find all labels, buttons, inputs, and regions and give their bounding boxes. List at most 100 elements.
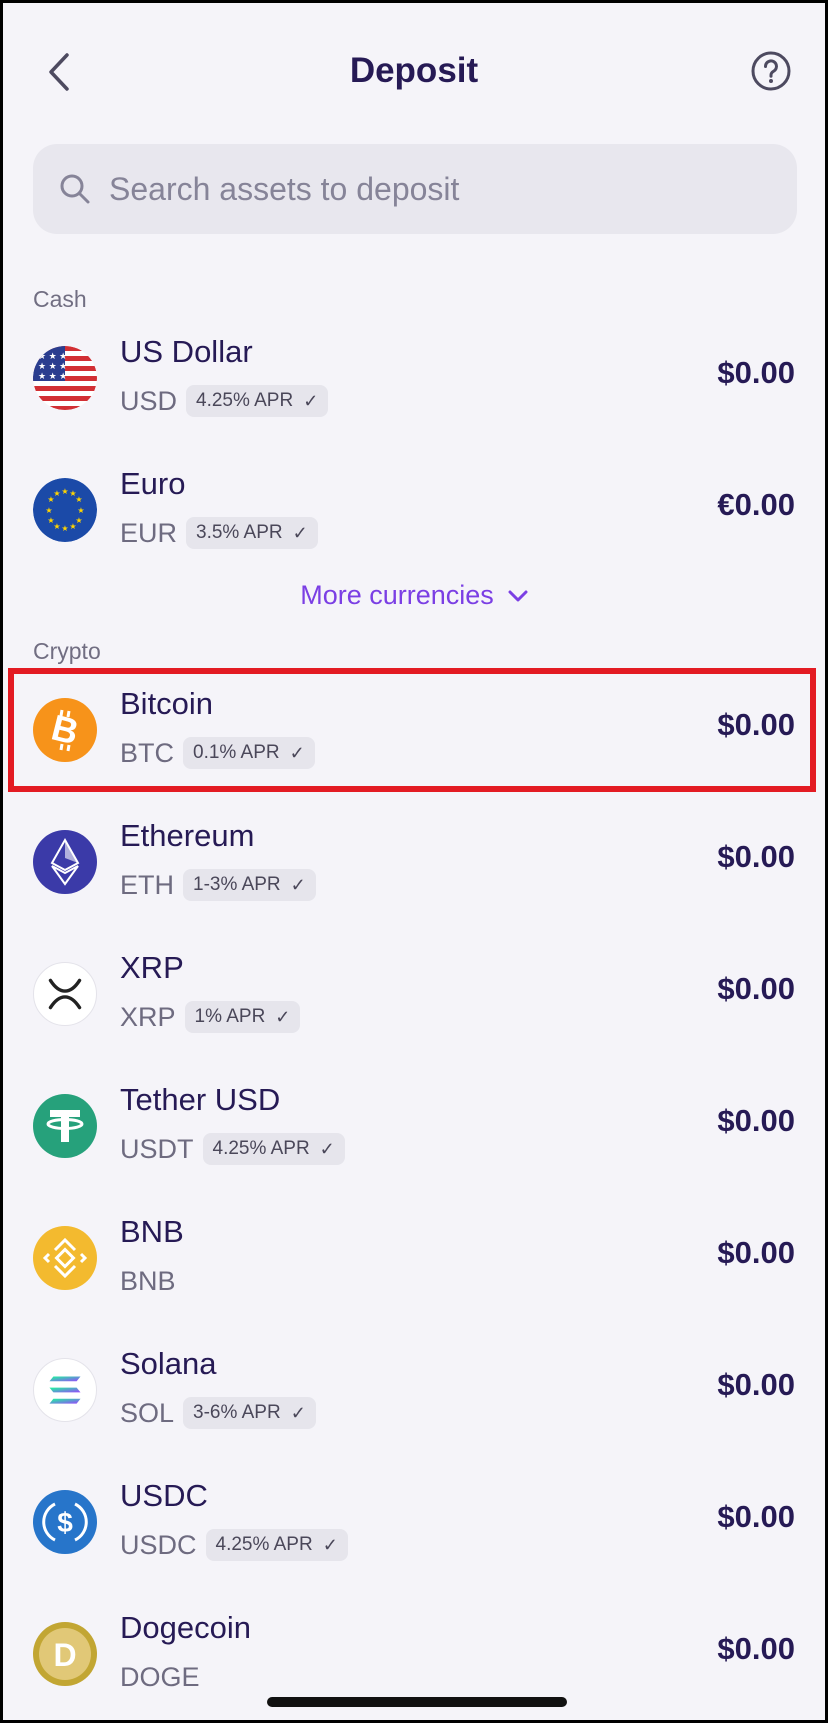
- asset-ticker: USD: [120, 385, 178, 416]
- asset-ticker: USDC: [120, 1529, 197, 1560]
- list-item-sol[interactable]: Solana SOL 3-6% APR ✓ $0.00: [3, 1330, 825, 1450]
- asset-subline: USDT 4.25% APR ✓: [120, 1130, 345, 1168]
- asset-subline: USDC 4.25% APR ✓: [120, 1526, 348, 1564]
- apr-badge: 4.25% APR ✓: [205, 1529, 348, 1561]
- apr-text: 1-3% APR: [193, 874, 281, 895]
- apr-text: 1% APR: [194, 1006, 266, 1027]
- list-item-usdt[interactable]: Tether USD USDT 4.25% APR ✓ $0.00: [3, 1066, 825, 1186]
- asset-name: USDC: [120, 1478, 208, 1513]
- asset-ticker: XRP: [120, 1001, 176, 1032]
- dogecoin-icon: D: [33, 1622, 97, 1686]
- xrp-icon: [33, 962, 97, 1026]
- apr-text: 4.25% APR: [196, 390, 294, 411]
- apr-badge: 0.1% APR ✓: [183, 737, 315, 769]
- asset-balance: $0.00: [717, 971, 795, 1006]
- apr-badge: 4.25% APR ✓: [186, 385, 329, 417]
- us-flag-icon: ★ ★ ★ ★ ★ ★ ★ ★ ★: [33, 346, 97, 410]
- asset-ticker: USDT: [120, 1133, 194, 1164]
- bitcoin-icon: B: [33, 698, 97, 762]
- more-currencies-button[interactable]: More currencies: [3, 580, 825, 611]
- list-item-bnb[interactable]: BNB BNB $0.00: [3, 1198, 825, 1318]
- asset-balance: $0.00: [717, 1103, 795, 1138]
- search-bar[interactable]: [33, 144, 797, 234]
- section-label-cash: Cash: [33, 286, 87, 312]
- asset-subline: ETH 1-3% APR ✓: [120, 866, 316, 904]
- asset-balance: €0.00: [717, 487, 795, 522]
- svg-text:D: D: [53, 1637, 76, 1673]
- asset-subline: SOL 3-6% APR ✓: [120, 1394, 316, 1432]
- asset-subline: DOGE: [120, 1658, 200, 1696]
- asset-ticker: SOL: [120, 1397, 175, 1428]
- asset-name: Euro: [120, 466, 186, 501]
- usdc-icon: $: [33, 1490, 97, 1554]
- asset-ticker: BNB: [120, 1265, 176, 1296]
- list-item-usdc[interactable]: $ USDC USDC 4.25% APR ✓ $0.00: [3, 1462, 825, 1582]
- asset-balance: $0.00: [717, 839, 795, 874]
- check-icon: ✓: [303, 390, 319, 411]
- list-item-btc[interactable]: B Bitcoin BTC 0.1% APR ✓ $0.00: [3, 670, 825, 790]
- list-item-xrp[interactable]: XRP XRP 1% APR ✓ $0.00: [3, 934, 825, 1054]
- svg-text:★: ★: [61, 487, 68, 496]
- check-icon: ✓: [289, 742, 305, 763]
- ethereum-icon: [33, 830, 97, 894]
- page-title: Deposit: [349, 51, 479, 90]
- apr-text: 3-6% APR: [193, 1402, 281, 1423]
- asset-name: Dogecoin: [120, 1610, 251, 1645]
- asset-subline: EUR 3.5% APR ✓: [120, 514, 318, 552]
- chevron-down-icon: [508, 590, 528, 601]
- apr-text: 4.25% APR: [212, 1138, 310, 1159]
- list-item-eur[interactable]: ★ ★ ★ ★ ★ ★ ★ ★ ★ ★ ★ ★ Euro EUR 3.5% APR ✓ €0.00: [3, 450, 825, 570]
- deposit-screen: Deposit Cash: [3, 3, 825, 1720]
- asset-subline: USD 4.25% APR ✓: [120, 382, 329, 420]
- bnb-icon: [33, 1226, 97, 1290]
- asset-balance: $0.00: [717, 707, 795, 742]
- asset-subline: XRP 1% APR ✓: [120, 998, 301, 1036]
- check-icon: ✓: [290, 874, 306, 895]
- asset-name: US Dollar: [120, 334, 253, 369]
- check-icon: ✓: [290, 1402, 306, 1423]
- apr-badge: 4.25% APR ✓: [202, 1133, 345, 1165]
- tether-icon: [33, 1094, 97, 1158]
- apr-badge: 1-3% APR ✓: [183, 869, 316, 901]
- svg-text:★: ★: [47, 516, 54, 525]
- asset-subline: BTC 0.1% APR ✓: [120, 734, 315, 772]
- asset-name: BNB: [120, 1214, 184, 1249]
- asset-balance: $0.00: [717, 1499, 795, 1534]
- asset-name: Ethereum: [120, 818, 255, 853]
- question-circle-icon: [751, 51, 791, 91]
- list-item-usd[interactable]: ★ ★ ★ ★ ★ ★ ★ ★ ★ US Dollar USD 4.25% AP…: [3, 318, 825, 438]
- search-icon: [60, 174, 90, 204]
- svg-text:★: ★: [75, 495, 82, 504]
- asset-ticker: EUR: [120, 517, 178, 548]
- help-button[interactable]: [751, 51, 791, 91]
- svg-text:B: B: [48, 706, 83, 752]
- apr-badge: 3-6% APR ✓: [183, 1397, 316, 1429]
- svg-text:★ ★ ★: ★ ★ ★: [38, 361, 67, 371]
- header: Deposit: [3, 3, 825, 143]
- apr-badge: 1% APR ✓: [184, 1001, 301, 1033]
- list-item-doge[interactable]: D Dogecoin DOGE $0.00: [3, 1594, 825, 1714]
- more-currencies-label: More currencies: [300, 580, 494, 610]
- solana-icon: [33, 1358, 97, 1422]
- asset-name: XRP: [120, 950, 184, 985]
- asset-name: Solana: [120, 1346, 217, 1381]
- check-icon: ✓: [319, 1138, 335, 1159]
- svg-text:★: ★: [69, 522, 76, 531]
- asset-balance: $0.00: [717, 1235, 795, 1270]
- search-input[interactable]: [109, 170, 749, 208]
- asset-ticker: ETH: [120, 869, 174, 900]
- list-item-eth[interactable]: Ethereum ETH 1-3% APR ✓ $0.00: [3, 802, 825, 922]
- svg-text:★: ★: [53, 489, 60, 498]
- check-icon: ✓: [275, 1006, 291, 1027]
- svg-text:★: ★: [77, 506, 84, 515]
- apr-text: 0.1% APR: [193, 742, 280, 763]
- section-label-crypto: Crypto: [33, 638, 101, 664]
- svg-text:★ ★ ★: ★ ★ ★: [38, 351, 67, 361]
- asset-balance: $0.00: [717, 1631, 795, 1666]
- eu-flag-icon: ★ ★ ★ ★ ★ ★ ★ ★ ★ ★ ★ ★: [33, 478, 97, 542]
- svg-text:★: ★: [61, 524, 68, 533]
- svg-text:$: $: [57, 1507, 73, 1538]
- asset-name: Tether USD: [120, 1082, 281, 1117]
- asset-ticker: DOGE: [120, 1661, 200, 1692]
- home-indicator[interactable]: [267, 1697, 567, 1707]
